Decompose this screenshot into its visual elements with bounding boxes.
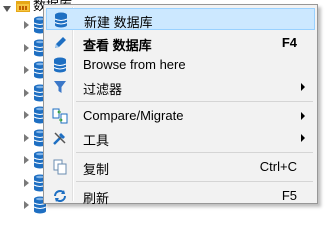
menu-item-browse-from-here[interactable]: Browse from here — [46, 54, 315, 76]
menu-item-shortcut: Ctrl+C — [259, 159, 297, 174]
context-menu: 新建 数据库 查看 数据库 F4 Browse from here 过滤器 Compare… — [43, 4, 318, 207]
expand-arrow-icon[interactable] — [24, 201, 29, 209]
menu-separator — [76, 101, 313, 102]
menu-item-label: Compare/Migrate — [83, 108, 184, 123]
menu-item-label: Browse from here — [83, 57, 186, 72]
menu-item-label: 工具 — [83, 133, 110, 148]
tools-icon — [53, 132, 66, 145]
menu-item-label: 新建 数据库 — [84, 15, 153, 30]
expand-arrow-icon[interactable] — [24, 88, 29, 97]
submenu-arrow-icon — [301, 83, 305, 91]
menu-item-new-database[interactable]: 新建 数据库 — [46, 8, 315, 30]
menu-item-shortcut: F5 — [281, 188, 297, 203]
menu-item-label: 复制 — [83, 162, 110, 177]
menu-item-refresh[interactable]: 刷新 F5 — [46, 185, 315, 207]
expand-arrow-icon[interactable] — [24, 43, 29, 52]
expand-arrow-icon[interactable] — [24, 156, 29, 164]
menu-item-label: 查看 数据库 — [83, 38, 152, 53]
database-icon — [54, 12, 68, 28]
menu-item-label: 过滤器 — [83, 82, 123, 97]
menu-item-tools[interactable]: 工具 — [46, 127, 315, 149]
pencil-icon — [55, 37, 66, 48]
menu-separator — [76, 181, 313, 182]
menu-item-copy[interactable]: 复制 Ctrl+C — [46, 156, 315, 178]
expand-arrow-icon[interactable] — [24, 66, 29, 74]
collapse-arrow-icon[interactable] — [3, 6, 11, 12]
menu-item-filter[interactable]: 过滤器 — [46, 76, 315, 98]
menu-separator — [76, 152, 313, 153]
submenu-arrow-icon — [301, 112, 305, 120]
database-icon — [53, 57, 67, 73]
menu-item-compare-migrate[interactable]: Compare/Migrate — [46, 105, 315, 127]
expand-arrow-icon[interactable] — [24, 111, 29, 119]
refresh-icon — [54, 190, 66, 202]
copy-icon — [53, 159, 67, 175]
submenu-arrow-icon — [301, 134, 305, 142]
filter-icon — [54, 81, 66, 93]
menu-item-label: 刷新 — [83, 191, 110, 206]
expand-arrow-icon[interactable] — [24, 21, 29, 29]
compare-icon — [52, 108, 68, 124]
menu-item-view-database[interactable]: 查看 数据库 F4 — [46, 32, 315, 54]
expand-arrow-icon[interactable] — [24, 133, 29, 142]
expand-arrow-icon[interactable] — [24, 178, 29, 187]
folder-icon — [16, 1, 30, 12]
menu-item-shortcut: F4 — [281, 35, 297, 50]
